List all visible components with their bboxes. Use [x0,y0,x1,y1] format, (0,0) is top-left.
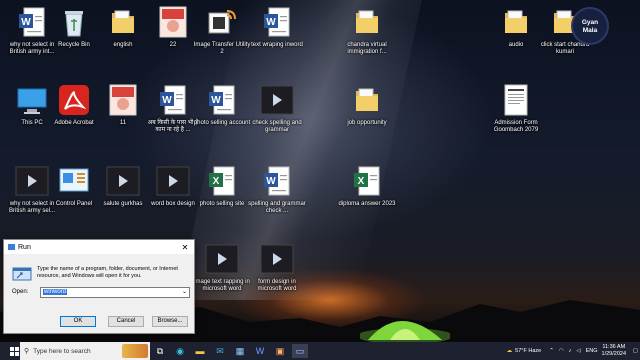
mail-icon[interactable]: ✉ [212,344,228,358]
desktop-icon-label: photo selling site [199,201,245,207]
desktop-icon[interactable]: Wspelling and grammar check ... [247,164,307,215]
video-icon [106,164,140,198]
channel-logo: Gyan Mala [571,7,609,45]
glowing-tent [360,321,450,342]
browse-button[interactable]: Browse... [152,316,188,327]
video-icon [156,164,190,198]
desktop-icon[interactable]: Xphoto selling site [192,164,252,208]
store-icon[interactable]: ▦ [232,344,248,358]
open-input-value[interactable]: winword [43,289,68,295]
file-explorer-icon[interactable]: ▬ [192,344,208,358]
control-panel-icon [57,164,91,198]
folder-icon [350,83,384,117]
acrobat-icon [57,83,91,117]
system-tray: ☁ 57°F Haze ⌃ ◠ ♪ ◁ ENG 11:36 AM 1/29/20… [507,342,640,360]
video-icon [205,242,239,276]
open-label: Open: [12,289,29,295]
word-doc-icon: W [260,5,294,39]
excel-icon: X [205,164,239,198]
video-icon [260,83,294,117]
document-icon [499,83,533,117]
word-doc-icon: W [205,83,239,117]
run-program-icon [12,267,32,281]
folder-icon [499,5,533,39]
photos-taskbar-icon[interactable]: ▣ [272,344,288,358]
chevron-up-icon[interactable]: ⌃ [549,348,554,354]
svg-text:W: W [211,95,221,106]
taskbar-search[interactable]: ⚲ Type here to search [20,342,150,360]
svg-text:W: W [21,17,31,28]
svg-text:X: X [213,176,220,187]
dialog-title: Run [18,243,31,251]
recycle-bin-icon [57,5,91,39]
notification-icon[interactable]: ▢ [633,348,638,354]
language-indicator[interactable]: ENG [586,348,598,354]
desktop-icon-label: text wraping inword [251,42,303,48]
folder-icon [350,5,384,39]
clock-time: 11:36 AM [602,344,626,350]
desktop-icon[interactable]: Wphoto selling account [192,83,252,127]
word-doc-icon: W [260,164,294,198]
taskbar: ⚲ Type here to search ⧉ ◉ ▬ ✉ ▦ W ▣ ▭ ☁ … [0,342,640,360]
weather-text[interactable]: 57°F Haze [515,348,541,354]
svg-text:W: W [266,17,276,28]
run-taskbar-icon[interactable]: ▭ [292,344,308,358]
desktop-icon[interactable]: check spelling and grammar [247,83,307,134]
excel-icon: X [350,164,384,198]
word-doc-icon: W [156,83,190,117]
desktop-icon[interactable]: image text rapping in microsoft word [192,242,252,293]
svg-text:X: X [358,176,365,187]
image-icon [156,5,190,39]
task-view-icon[interactable]: ⧉ [152,344,168,358]
word-taskbar-icon[interactable]: W [252,344,268,358]
desktop-icon-label: Image Transfer Utility 2 [193,42,251,55]
desktop-icon-label: spelling and grammar check ... [248,201,306,214]
network-icon[interactable]: ◠ [559,348,564,354]
clock[interactable]: 11:36 AM 1/29/2024 [602,344,626,358]
chevron-down-icon[interactable]: ⌄ [182,288,187,295]
desktop-icon-label: check spelling and grammar [252,120,302,133]
dialog-message: Type the name of a program, folder, docu… [37,266,178,279]
desktop-icon[interactable]: Image Transfer Utility 2 [192,5,252,56]
video-icon [260,242,294,276]
desktop-icon-label: job opportunity [347,120,387,126]
run-dialog: Run ✕ Type the name of a program, folder… [3,239,195,334]
desktop-icon-label: form design in microsoft word [257,279,297,292]
cancel-button[interactable]: Cancel [108,316,144,327]
desktop-icon[interactable]: Admission Form Goombach 2079 [486,83,546,134]
close-icon[interactable]: ✕ [176,243,194,252]
open-combobox[interactable]: winword ⌄ [40,287,190,298]
ok-button[interactable]: OK [60,316,96,327]
search-placeholder: Type here to search [33,347,91,355]
desktop-icon-label: photo selling account [193,120,251,126]
clock-date: 1/29/2024 [601,351,626,357]
desktop-icon-label: chandra virtual immigration f... [347,42,387,55]
microphone-icon[interactable]: ♪ [569,348,572,354]
desktop-icon[interactable]: Wtext wraping inword [247,5,307,49]
desktop-icon[interactable]: chandra virtual immigration f... [337,5,397,56]
desktop-icon[interactable]: job opportunity [337,83,397,127]
dialog-titlebar[interactable]: Run ✕ [4,240,194,254]
app-icon [205,5,239,39]
desktop-icon[interactable]: form design in microsoft word [247,242,307,293]
search-icon: ⚲ [24,348,30,355]
desktop-icon[interactable]: Xdiploma answer 2023 [337,164,397,208]
svg-text:W: W [162,95,172,106]
svg-text:W: W [266,176,276,187]
search-banner-icon [122,344,148,358]
desktop-icon-label: diploma answer 2023 [338,201,396,207]
image-icon [106,83,140,117]
desktop-icon-label: Admission Form Goombach 2079 [493,120,539,133]
weather-icon[interactable]: ☁ [507,348,513,354]
edge-icon[interactable]: ◉ [172,344,188,358]
folder-icon [106,5,140,39]
desktop-icon-label: image text rapping in microsoft word [194,279,250,292]
speaker-icon[interactable]: ◁ [576,348,580,354]
run-app-icon [8,244,15,250]
